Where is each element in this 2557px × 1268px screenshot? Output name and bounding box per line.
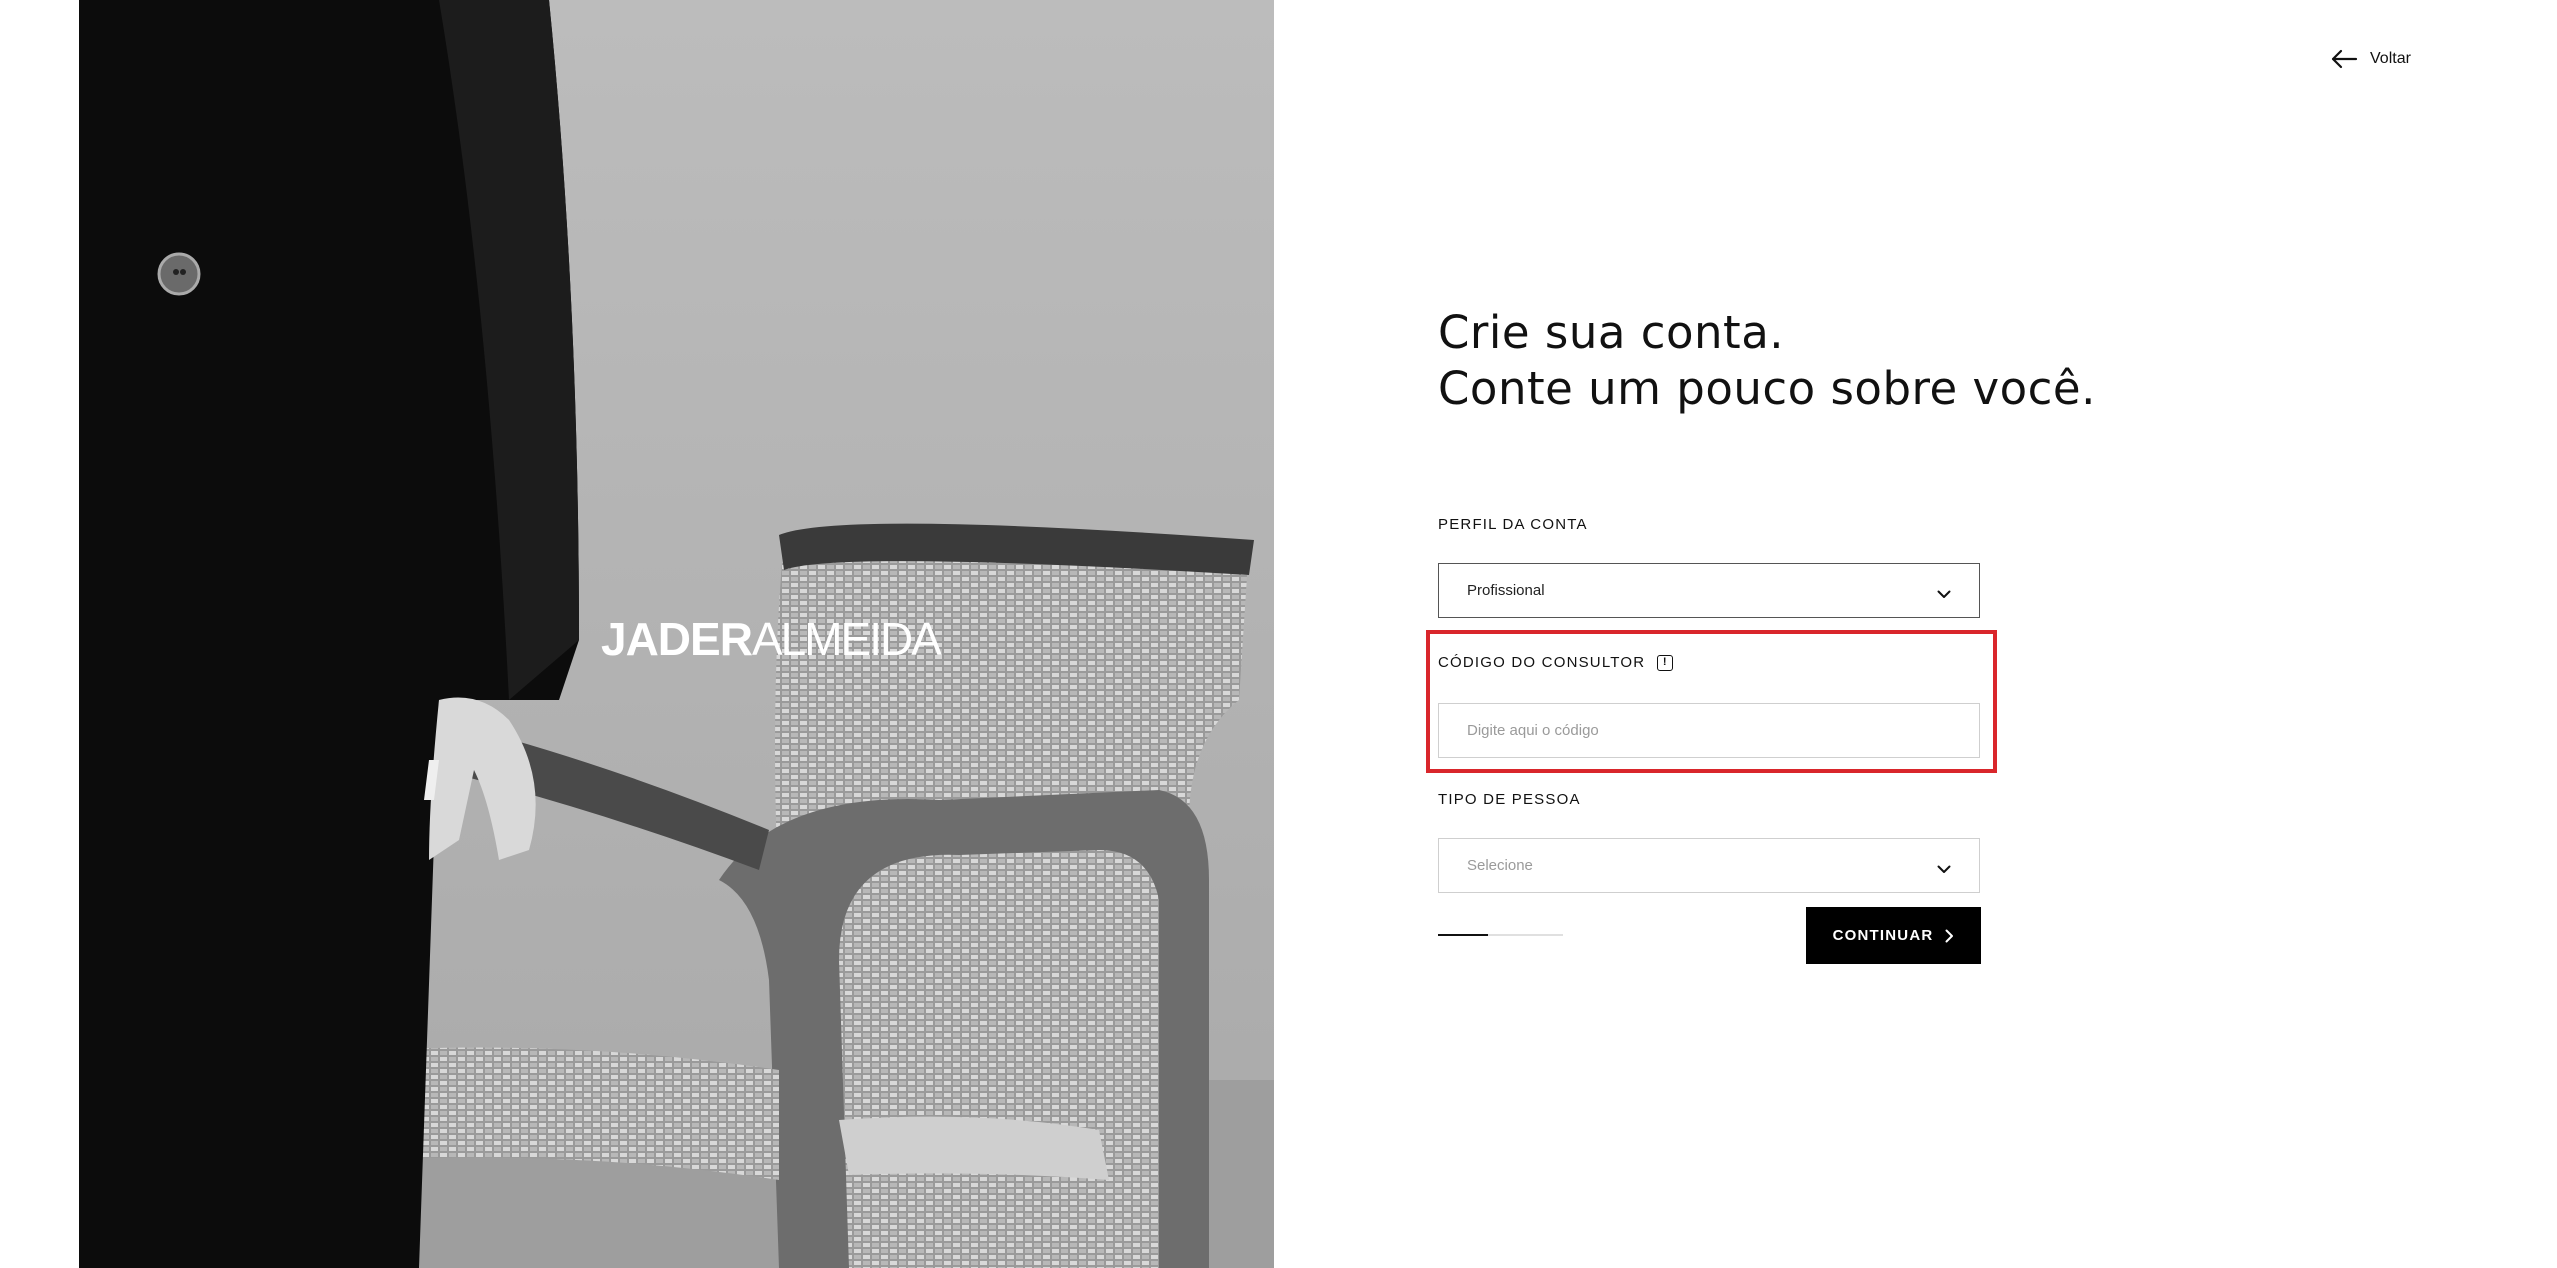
chevron-down-icon	[1937, 586, 1951, 598]
continue-button-label: CONTINUAR	[1832, 927, 1934, 944]
brand-logo-light: ALMEIDA	[751, 613, 942, 665]
person-type-label-text: TIPO DE PESSOA	[1438, 791, 1581, 808]
person-type-select[interactable]: Selecione	[1438, 838, 1980, 893]
chevron-down-icon	[1937, 861, 1951, 873]
person-type-label: TIPO DE PESSOA	[1438, 791, 1581, 808]
account-profile-select[interactable]: Profissional	[1438, 563, 1980, 618]
info-icon[interactable]: !	[1657, 654, 1674, 671]
step-progress-fill	[1438, 934, 1488, 936]
step-progress-bar	[1438, 934, 1563, 936]
brand-logo-bold: JADER	[601, 613, 753, 665]
brand-logo: JADERALMEIDA	[601, 612, 942, 666]
account-profile-label-text: PERFIL DA CONTA	[1438, 516, 1588, 533]
account-profile-label: PERFIL DA CONTA	[1438, 516, 1588, 533]
back-link[interactable]: Voltar	[2330, 44, 2411, 74]
hero-image: JADERALMEIDA	[79, 0, 1274, 1268]
page-title: Crie sua conta. Conte um pouco sobre voc…	[1438, 305, 2096, 417]
back-link-label: Voltar	[2370, 50, 2411, 67]
account-profile-value: Profissional	[1467, 582, 1545, 599]
continue-button[interactable]: CONTINUAR	[1806, 907, 1981, 964]
consultant-code-label-text: CÓDIGO DO CONSULTOR	[1438, 654, 1646, 671]
chevron-right-icon	[1945, 929, 1954, 943]
consultant-code-label: CÓDIGO DO CONSULTOR !	[1438, 654, 1674, 671]
arrow-left-icon	[2330, 48, 2358, 70]
page-title-line-1: Crie sua conta.	[1438, 306, 1785, 359]
page-title-line-2: Conte um pouco sobre você.	[1438, 362, 2096, 415]
consultant-code-input[interactable]	[1467, 722, 1951, 739]
consultant-code-field[interactable]	[1438, 703, 1980, 758]
signup-page: JADERALMEIDA Voltar Crie sua conta. Cont…	[0, 0, 2557, 1268]
person-type-placeholder: Selecione	[1467, 857, 1533, 874]
